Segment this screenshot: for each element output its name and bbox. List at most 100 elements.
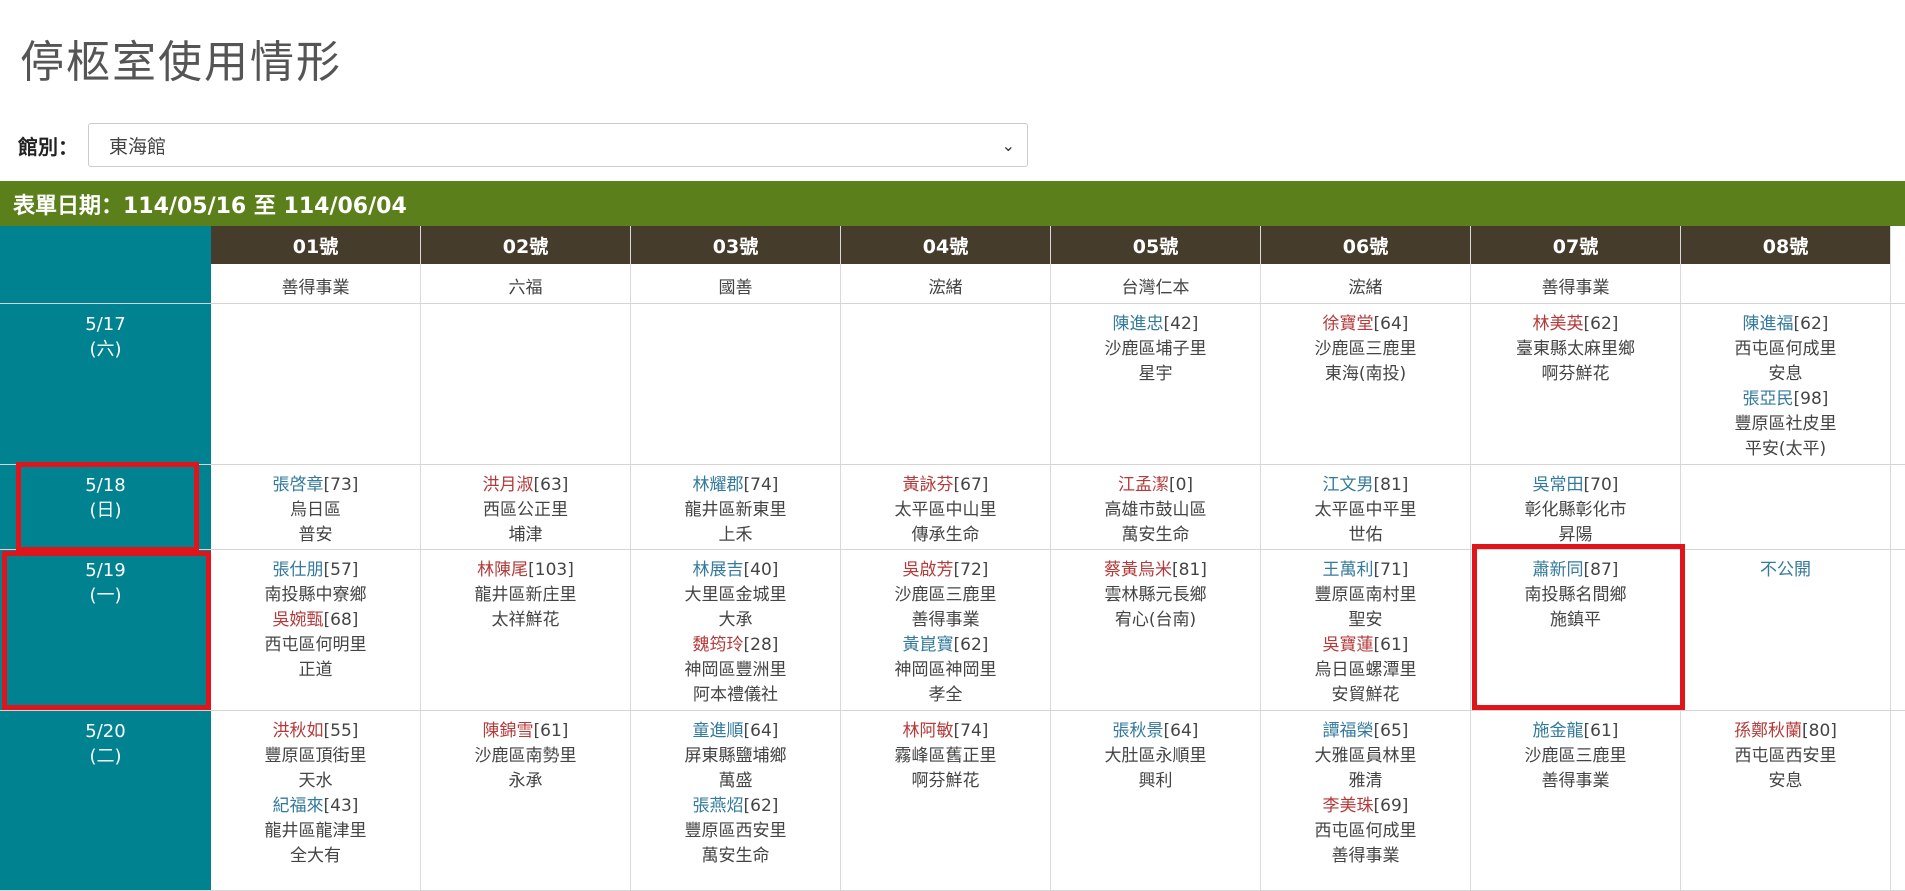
- deceased-name[interactable]: 張啓章: [273, 475, 324, 495]
- place-text: 烏日區螺潭里: [1314, 660, 1417, 680]
- room-cell[interactable]: 林陳尾[103] 龍井區新庄里 太祥鮮花: [421, 550, 631, 710]
- deceased-entry: 洪秋如[55]: [211, 719, 420, 744]
- company-text: 正道: [298, 660, 333, 680]
- room-cell[interactable]: 張啓章[73] 烏日區 普安: [211, 465, 421, 549]
- deceased-name[interactable]: 張燕炤: [693, 796, 744, 816]
- deceased-name[interactable]: 童進順: [693, 721, 744, 741]
- room-cell[interactable]: 蕭新同[87] 南投縣名間鄉 施鎮平: [1471, 550, 1681, 710]
- deceased-entry: 林展吉[40]: [631, 558, 840, 583]
- company-text: 星宇: [1138, 364, 1173, 384]
- room-cell[interactable]: 林阿敏[74] 霧峰區舊正里 啊芬鮮花: [841, 711, 1051, 890]
- company-text: 太祥鮮花: [491, 610, 560, 630]
- room-cell[interactable]: 蔡黃烏米[81] 雲林縣元長鄉 宥心(台南): [1051, 550, 1261, 710]
- deceased-name[interactable]: 吳啟芳: [903, 560, 954, 580]
- room-cell[interactable]: 童進順[64] 屏東縣鹽埔鄉 萬盛 張燕炤[62] 豐原區西安里 萬安生命: [631, 711, 841, 890]
- deceased-name[interactable]: 吳婉甄: [273, 610, 324, 630]
- room-cell[interactable]: 浤緒: [1261, 264, 1471, 303]
- deceased-name[interactable]: 江文男: [1323, 475, 1374, 495]
- deceased-name[interactable]: 吳寶蓮: [1323, 635, 1374, 655]
- room-cell[interactable]: 國善: [631, 264, 841, 303]
- deceased-name[interactable]: 陳進福: [1743, 314, 1794, 334]
- age: [70]: [1583, 475, 1619, 495]
- room-cell[interactable]: 譚福榮[65] 大雅區員林里 雅清 李美珠[69] 西屯區何成里 善得事業: [1261, 711, 1471, 890]
- age: [62]: [1793, 314, 1829, 334]
- deceased-entry: 吳啟芳[72]: [841, 558, 1050, 583]
- room-cell[interactable]: 黃詠芬[67] 太平區中山里 傳承生命: [841, 465, 1051, 549]
- room-cell[interactable]: 施金龍[61] 沙鹿區三鹿里 善得事業: [1471, 711, 1681, 890]
- room-cell[interactable]: 善得事業: [1471, 264, 1681, 303]
- deceased-name[interactable]: 張秋景: [1113, 721, 1164, 741]
- room-cell[interactable]: 不公開: [1681, 550, 1891, 710]
- company-text: 啊芬鮮花: [1541, 364, 1610, 384]
- room-cell[interactable]: 江孟潔[0] 高雄市鼓山區 萬安生命: [1051, 465, 1261, 549]
- deceased-name[interactable]: 紀福來: [273, 796, 324, 816]
- deceased-name[interactable]: 譚福榮: [1323, 721, 1374, 741]
- deceased-name[interactable]: 林展吉: [693, 560, 744, 580]
- room-cell[interactable]: 孫鄭秋蘭[80] 西屯區西安里 安息: [1681, 711, 1891, 890]
- company-text: 普安: [298, 525, 333, 545]
- room-cell[interactable]: 洪秋如[55] 豐原區頂街里 天水 紀福來[43] 龍井區龍津里 全大有: [211, 711, 421, 890]
- deceased-name[interactable]: 張仕朋: [273, 560, 324, 580]
- company-text: 平安(太平): [1744, 439, 1827, 459]
- clipped-line: [211, 264, 420, 276]
- date-cell: 5/18 (日): [0, 465, 211, 549]
- room-cell[interactable]: 善得事業: [211, 264, 421, 303]
- deceased-name[interactable]: 洪月淑: [483, 475, 534, 495]
- room-cell[interactable]: 浤緒: [841, 264, 1051, 303]
- deceased-name[interactable]: 蕭新同: [1533, 560, 1584, 580]
- room-cell[interactable]: 吳常田[70] 彰化縣彰化市 昇陽: [1471, 465, 1681, 549]
- deceased-name[interactable]: 施金龍: [1533, 721, 1584, 741]
- deceased-name[interactable]: 孫鄭秋蘭: [1734, 721, 1802, 741]
- deceased-name[interactable]: 林耀郡: [693, 475, 744, 495]
- room-cell[interactable]: 林耀郡[74] 龍井區新東里 上禾: [631, 465, 841, 549]
- deceased-name[interactable]: 陳錦雪: [483, 721, 534, 741]
- deceased-name[interactable]: 張亞民: [1743, 389, 1794, 409]
- date-cell: 5/20 (二): [0, 711, 211, 890]
- deceased-name[interactable]: 吳常田: [1533, 475, 1584, 495]
- room-cell[interactable]: 六福: [421, 264, 631, 303]
- room-cell[interactable]: 陳錦雪[61] 沙鹿區南勢里 永承: [421, 711, 631, 890]
- deceased-name[interactable]: 黃崑寶: [903, 635, 954, 655]
- hall-select[interactable]: 東海館 ⌄: [88, 123, 1028, 167]
- deceased-name[interactable]: 魏筠玲: [693, 635, 744, 655]
- room-cell[interactable]: 林美英[62] 臺東縣太麻里鄉 啊芬鮮花: [1471, 304, 1681, 464]
- deceased-name[interactable]: 黃詠芬: [903, 475, 954, 495]
- column-header: 08號: [1681, 226, 1891, 264]
- room-cell[interactable]: 洪月淑[63] 西區公正里 埔津: [421, 465, 631, 549]
- company-text: 阿本禮儀社: [693, 685, 778, 705]
- deceased-name[interactable]: 徐寶堂: [1323, 314, 1374, 334]
- deceased-name[interactable]: 洪秋如: [273, 721, 324, 741]
- deceased-name[interactable]: 林陳尾: [477, 560, 528, 580]
- room-cell[interactable]: 林展吉[40] 大里區金城里 大承 魏筠玲[28] 神岡區豐洲里 阿本禮儀社: [631, 550, 841, 710]
- column-header: 06號: [1261, 226, 1471, 264]
- deceased-name[interactable]: 李美珠: [1323, 796, 1374, 816]
- age: [72]: [953, 560, 989, 580]
- weekday-text: (一): [89, 585, 122, 606]
- room-cell[interactable]: 王萬利[71] 豐原區南村里 聖安 吳寶蓮[61] 烏日區螺潭里 安貿鮮花: [1261, 550, 1471, 710]
- place-text: 龍井區龍津里: [264, 821, 367, 841]
- room-cell[interactable]: 張仕朋[57] 南投縣中寮鄉 吳婉甄[68] 西屯區何明里 正道: [211, 550, 421, 710]
- deceased-name[interactable]: 陳進忠: [1113, 314, 1164, 334]
- room-cell[interactable]: 陳進忠[42] 沙鹿區埔子里 星宇: [1051, 304, 1261, 464]
- deceased-entry: 吳常田[70]: [1471, 473, 1680, 498]
- company-text: 興利: [1138, 771, 1173, 791]
- room-cell[interactable]: 陳進福[62] 西屯區何成里 安息 張亞民[98] 豐原區社皮里 平安(太平): [1681, 304, 1891, 464]
- room-cell[interactable]: 張秋景[64] 大肚區永順里 興利: [1051, 711, 1261, 890]
- room-cell[interactable]: 吳啟芳[72] 沙鹿區三鹿里 善得事業 黃崑寶[62] 神岡區神岡里 孝全: [841, 550, 1051, 710]
- deceased-name[interactable]: 江孟潔: [1118, 475, 1169, 495]
- deceased-entry: 陳進忠[42]: [1051, 312, 1260, 337]
- place-text: 霧峰區舊正里: [894, 746, 997, 766]
- deceased-entry: 陳錦雪[61]: [421, 719, 630, 744]
- room-cell[interactable]: 徐寶堂[64] 沙鹿區三鹿里 東海(南投): [1261, 304, 1471, 464]
- room-cell[interactable]: 江文男[81] 太平區中平里 世佑: [1261, 465, 1471, 549]
- deceased-name[interactable]: 蔡黃烏米: [1104, 560, 1172, 580]
- deceased-name[interactable]: 林美英: [1533, 314, 1584, 334]
- clipped-line: [1681, 264, 1890, 276]
- clipped-line: [1051, 264, 1260, 276]
- deceased-name[interactable]: 王萬利: [1323, 560, 1374, 580]
- company-text: 施鎮平: [1550, 610, 1601, 630]
- company-text: 善得事業: [1541, 278, 1610, 298]
- room-cell[interactable]: 台灣仁本: [1051, 264, 1261, 303]
- deceased-entry: 王萬利[71]: [1261, 558, 1470, 583]
- deceased-name[interactable]: 林阿敏: [903, 721, 954, 741]
